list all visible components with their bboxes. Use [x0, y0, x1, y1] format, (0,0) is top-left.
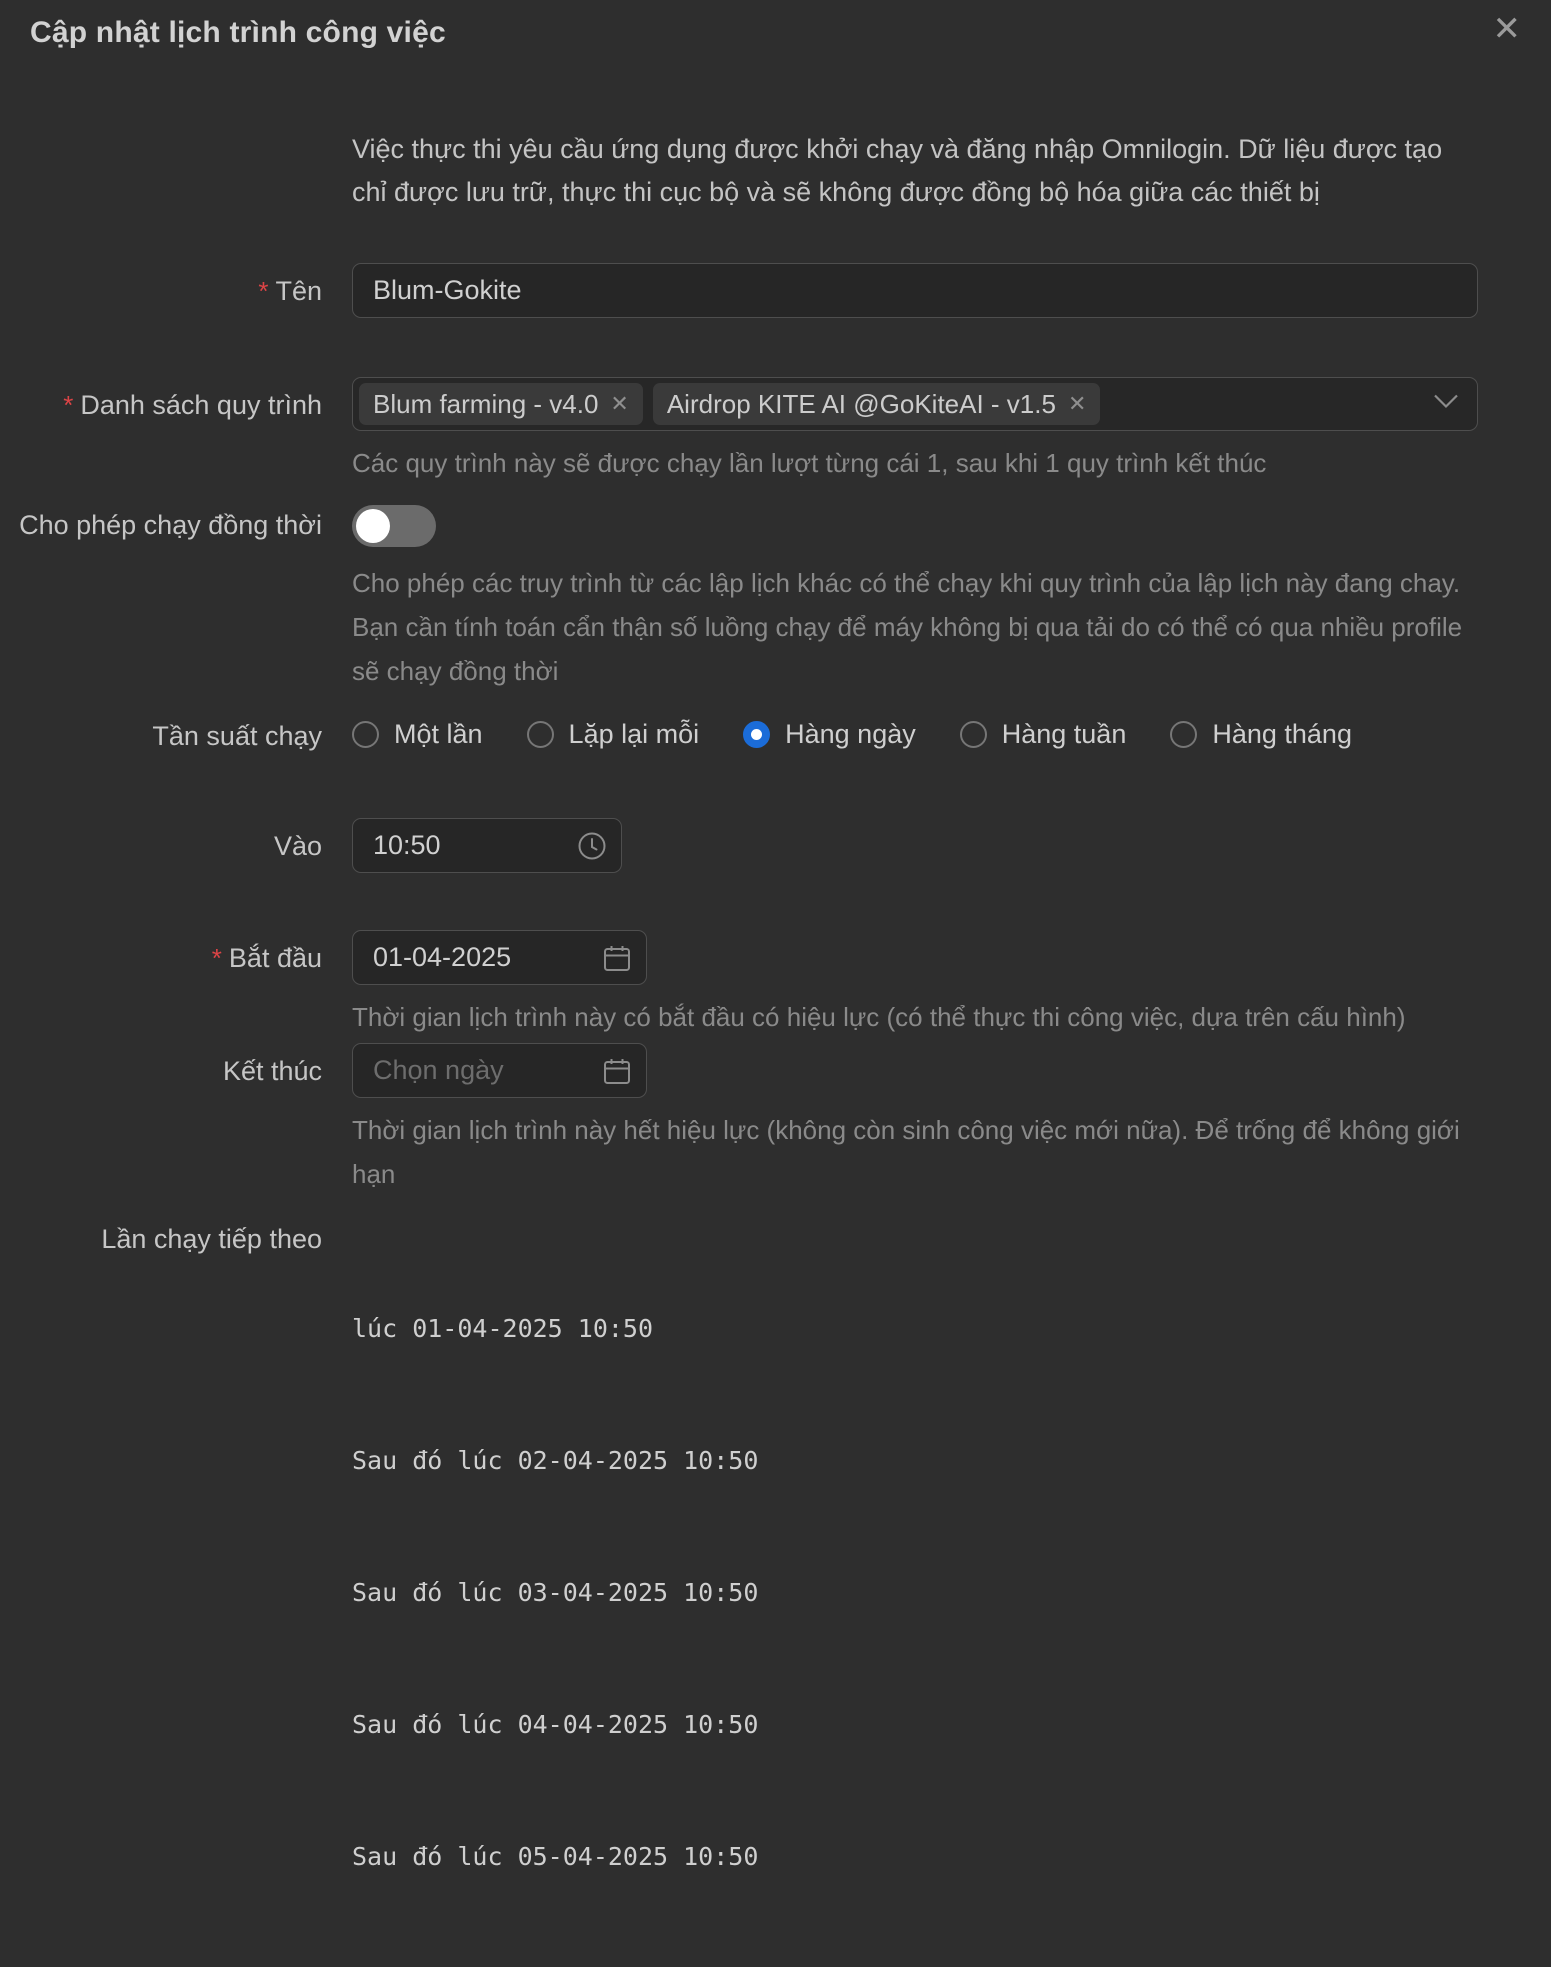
name-row: *Tên	[0, 263, 1551, 318]
next-run-line: Sau đó lúc 03-04-2025 10:50	[352, 1571, 1478, 1615]
start-helper: Thời gian lịch trình này có bắt đầu có h…	[352, 995, 1478, 1039]
radio-icon[interactable]	[527, 721, 554, 748]
name-input[interactable]	[352, 263, 1478, 318]
next-runs-row: Lần chạy tiếp theo lúc 01-04-2025 10:50 …	[0, 1219, 1551, 1967]
workflow-tag: Airdrop KITE AI @GoKiteAI - v1.5 ✕	[653, 383, 1101, 425]
name-label: *Tên	[0, 263, 352, 307]
calendar-icon[interactable]	[602, 1056, 632, 1086]
concurrent-label: Cho phép chạy đồng thời	[0, 505, 352, 541]
required-mark: *	[63, 390, 73, 420]
chevron-down-icon[interactable]	[1433, 394, 1459, 415]
workflow-tag: Blum farming - v4.0 ✕	[359, 383, 643, 425]
radio-icon[interactable]	[1170, 721, 1197, 748]
time-label: Vào	[0, 818, 352, 862]
form-description: Việc thực thi yêu cầu ứng dụng được khởi…	[352, 128, 1478, 214]
calendar-icon[interactable]	[602, 943, 632, 973]
frequency-option-daily[interactable]: Hàng ngày	[743, 719, 916, 750]
workflows-label: *Danh sách quy trình	[0, 377, 352, 421]
remove-tag-icon[interactable]: ✕	[610, 392, 628, 417]
next-run-line: lúc 01-04-2025 10:50	[352, 1307, 1478, 1351]
radio-icon[interactable]	[352, 721, 379, 748]
frequency-option-repeat-every[interactable]: Lặp lại mỗi	[527, 719, 700, 750]
workflow-tag-label: Blum farming - v4.0	[373, 389, 598, 420]
next-runs-label: Lần chạy tiếp theo	[0, 1219, 352, 1255]
next-runs-list: lúc 01-04-2025 10:50 Sau đó lúc 02-04-20…	[352, 1219, 1478, 1967]
frequency-label: Tần suất chạy	[0, 719, 352, 752]
end-row: Kết thúc Thời gian lịch trình này hết hi…	[0, 1043, 1551, 1196]
required-mark: *	[258, 276, 268, 306]
workflow-tag-label: Airdrop KITE AI @GoKiteAI - v1.5	[667, 389, 1056, 420]
page-title: Cập nhật lịch trình công việc	[30, 16, 446, 50]
required-mark: *	[212, 943, 222, 973]
end-label: Kết thúc	[0, 1043, 352, 1087]
frequency-option-weekly[interactable]: Hàng tuần	[960, 719, 1127, 750]
concurrent-helper: Cho phép các truy trình từ các lập lịch …	[352, 561, 1478, 693]
close-icon[interactable]: ✕	[1487, 6, 1528, 52]
start-label: *Bắt đầu	[0, 930, 352, 974]
concurrent-toggle[interactable]	[352, 505, 436, 547]
time-row: Vào	[0, 818, 1551, 873]
toggle-knob	[356, 509, 390, 543]
frequency-options: Một lần Lặp lại mỗi Hàng ngày Hàng tuần …	[352, 719, 1478, 750]
schedule-form: Việc thực thi yêu cầu ứng dụng được khởi…	[0, 128, 1551, 1967]
next-run-line: Sau đó lúc 05-04-2025 10:50	[352, 1835, 1478, 1879]
start-row: *Bắt đầu Thời gian lịch trình này có bắt…	[0, 930, 1551, 1039]
next-run-line: Sau đó lúc 04-04-2025 10:50	[352, 1703, 1478, 1747]
radio-icon[interactable]	[960, 721, 987, 748]
frequency-row: Tần suất chạy Một lần Lặp lại mỗi Hàng n…	[0, 719, 1551, 752]
concurrent-row: Cho phép chạy đồng thời Cho phép các tru…	[0, 505, 1551, 693]
radio-icon[interactable]	[743, 721, 770, 748]
clock-icon[interactable]	[577, 831, 607, 861]
frequency-option-monthly[interactable]: Hàng tháng	[1170, 719, 1352, 750]
next-run-line: Sau đó lúc 02-04-2025 10:50	[352, 1439, 1478, 1483]
end-helper: Thời gian lịch trình này hết hiệu lực (k…	[352, 1108, 1478, 1196]
remove-tag-icon[interactable]: ✕	[1068, 392, 1086, 417]
workflows-helper: Các quy trình này sẽ được chạy lần lượt …	[352, 441, 1478, 485]
frequency-option-once[interactable]: Một lần	[352, 719, 483, 750]
workflow-select[interactable]: Blum farming - v4.0 ✕ Airdrop KITE AI @G…	[352, 377, 1478, 431]
workflows-row: *Danh sách quy trình Blum farming - v4.0…	[0, 377, 1551, 485]
